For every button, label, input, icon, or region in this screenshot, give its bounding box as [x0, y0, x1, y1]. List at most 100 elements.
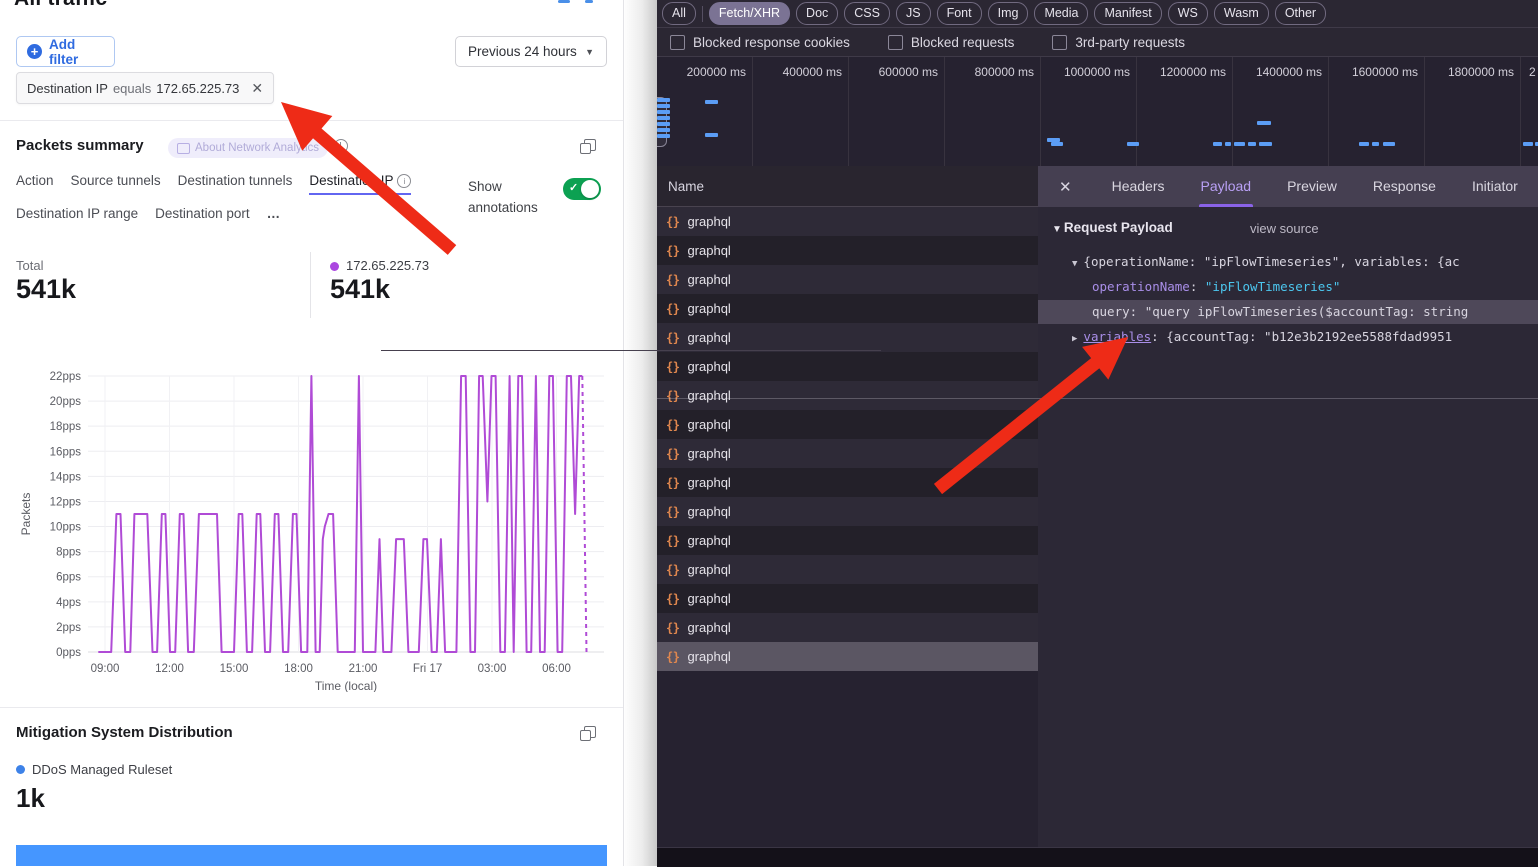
request-row[interactable]: {}graphql: [657, 584, 1038, 613]
request-row[interactable]: {}graphql: [657, 265, 1038, 294]
request-timing-mark: [1523, 142, 1533, 146]
checkbox-3rd-party-requests[interactable]: 3rd-party requests: [1052, 35, 1185, 50]
request-row[interactable]: {}graphql: [657, 294, 1038, 323]
payload-segment: "ipFlowTimeseries": [1205, 279, 1340, 294]
resource-filter-img[interactable]: Img: [988, 2, 1029, 25]
resource-filter-js[interactable]: JS: [896, 2, 931, 25]
tab-source-tunnels[interactable]: Source tunnels: [71, 173, 161, 195]
details-tab-initiator[interactable]: Initiator: [1472, 166, 1518, 207]
clipped-toolbar-artifact: [585, 0, 593, 3]
svg-text:22pps: 22pps: [50, 371, 82, 383]
json-braces-icon: {}: [666, 476, 679, 490]
tree-expander-icon[interactable]: ▶: [1072, 334, 1077, 344]
request-row[interactable]: {}graphql: [657, 207, 1038, 236]
screenshot-seam-line: [657, 398, 1538, 399]
svg-text:2pps: 2pps: [56, 622, 81, 634]
resource-filter-fetch-xhr[interactable]: Fetch/XHR: [709, 2, 790, 25]
triangle-down-icon: ▼: [1052, 224, 1062, 235]
checkbox-blocked-requests[interactable]: Blocked requests: [888, 35, 1015, 50]
request-name: graphql: [687, 214, 730, 229]
mitigation-bar[interactable]: [16, 845, 607, 866]
add-filter-button[interactable]: + Add filter: [16, 36, 115, 67]
request-row[interactable]: {}graphql: [657, 439, 1038, 468]
tab-destination-port[interactable]: Destination port: [155, 206, 250, 228]
request-row[interactable]: {}graphql: [657, 323, 1038, 352]
devtools-bottom-strip: [657, 847, 1538, 867]
request-row[interactable]: {}graphql: [657, 526, 1038, 555]
packets-summary-title: Packets summary: [16, 137, 144, 154]
panel-gutter: [624, 0, 657, 866]
request-name: graphql: [687, 562, 730, 577]
json-braces-icon: {}: [666, 505, 679, 519]
network-overview-timeline[interactable]: 200000 ms400000 ms600000 ms800000 ms1000…: [657, 57, 1538, 167]
about-network-analytics-badge[interactable]: About Network Analytics: [168, 138, 328, 158]
request-row[interactable]: {}graphql: [657, 236, 1038, 265]
tree-expander-icon[interactable]: ▼: [1072, 259, 1077, 269]
details-tab-headers[interactable]: Headers: [1112, 166, 1165, 207]
more-tabs-button[interactable]: …: [267, 206, 282, 228]
request-row[interactable]: {}graphql: [657, 468, 1038, 497]
mitigation-legend: DDoS Managed Ruleset: [32, 762, 172, 777]
request-name: graphql: [687, 591, 730, 606]
tab-destination-ip[interactable]: Destination IPi: [309, 173, 411, 195]
tab-destination-tunnels[interactable]: Destination tunnels: [178, 173, 293, 195]
request-row[interactable]: {}graphql: [657, 642, 1038, 671]
name-column-header[interactable]: Name: [657, 166, 1038, 207]
request-row[interactable]: {}graphql: [657, 497, 1038, 526]
request-payload-title[interactable]: ▼Request Payload: [1052, 220, 1173, 235]
timeline-tick-label: 200000 ms: [660, 65, 746, 79]
svg-text:18:00: 18:00: [284, 663, 313, 675]
close-details-icon[interactable]: ✕: [1059, 178, 1072, 196]
view-source-link[interactable]: view source: [1250, 221, 1319, 236]
resource-filter-font[interactable]: Font: [937, 2, 982, 25]
show-annotations-toggle[interactable]: ✓: [563, 178, 601, 200]
resource-filter-manifest[interactable]: Manifest: [1094, 2, 1161, 25]
request-row[interactable]: {}graphql: [657, 410, 1038, 439]
resource-filter-doc[interactable]: Doc: [796, 2, 838, 25]
request-timing-mark: [657, 128, 670, 132]
toggle-knob: [581, 180, 599, 198]
payload-segment: : "query ipFlowTimeseries($accountTag: s…: [1130, 304, 1469, 319]
tab-destination-ip-range[interactable]: Destination IP range: [16, 206, 138, 228]
timeline-gridline: [848, 57, 849, 166]
svg-text:21:00: 21:00: [349, 663, 378, 675]
payload-tree-line[interactable]: ▼{operationName: "ipFlowTimeseries", var…: [1038, 250, 1538, 274]
remove-filter-icon[interactable]: ✕: [251, 80, 263, 97]
packets-timeseries-chart[interactable]: 0pps2pps4pps6pps8pps10pps12pps14pps16pps…: [6, 360, 618, 692]
resource-filter-ws[interactable]: WS: [1168, 2, 1208, 25]
time-range-label: Previous 24 hours: [468, 44, 577, 59]
filter-chip[interactable]: Destination IP equals 172.65.225.73 ✕: [16, 72, 274, 104]
resource-filter-all[interactable]: All: [662, 2, 696, 25]
svg-text:12:00: 12:00: [155, 663, 184, 675]
resource-filter-other[interactable]: Other: [1275, 2, 1326, 25]
svg-text:Time (local): Time (local): [315, 679, 377, 692]
resource-filter-wasm[interactable]: Wasm: [1214, 2, 1269, 25]
request-timing-mark: [705, 133, 718, 137]
payload-tree-line[interactable]: query: "query ipFlowTimeseries($accountT…: [1038, 300, 1538, 324]
details-tab-preview[interactable]: Preview: [1287, 166, 1337, 207]
time-range-dropdown[interactable]: Previous 24 hours ▼: [455, 36, 607, 67]
checkbox-blocked-response-cookies[interactable]: Blocked response cookies: [670, 35, 850, 50]
resource-filter-css[interactable]: CSS: [844, 2, 890, 25]
timeline-tick-label: 1600000 ms: [1332, 65, 1418, 79]
svg-text:4pps: 4pps: [56, 597, 81, 609]
request-row[interactable]: {}graphql: [657, 352, 1038, 381]
request-row[interactable]: {}graphql: [657, 381, 1038, 410]
clock-icon: [334, 139, 348, 153]
request-row[interactable]: {}graphql: [657, 613, 1038, 642]
details-tab-response[interactable]: Response: [1373, 166, 1436, 207]
checkbox-icon: [888, 35, 903, 50]
expand-panel-icon[interactable]: [584, 726, 596, 738]
details-tab-payload[interactable]: Payload: [1201, 166, 1252, 207]
request-timing-mark: [657, 98, 670, 102]
resource-filter-media[interactable]: Media: [1034, 2, 1088, 25]
resource-filter-bar: All Fetch/XHR Doc CSS JS Font ImgMedia Manifest…: [657, 0, 1538, 28]
request-row[interactable]: {}graphql: [657, 555, 1038, 584]
filter-operator: equals: [113, 81, 151, 96]
section-divider: [0, 707, 623, 708]
mitigation-title: Mitigation System Distribution: [16, 724, 233, 741]
expand-panel-icon[interactable]: [584, 139, 596, 151]
payload-tree-line[interactable]: ▶variables: {accountTag: "b12e3b2192ee55…: [1038, 325, 1538, 349]
tab-action[interactable]: Action: [16, 173, 54, 195]
payload-tree-line[interactable]: operationName: "ipFlowTimeseries": [1038, 275, 1538, 299]
